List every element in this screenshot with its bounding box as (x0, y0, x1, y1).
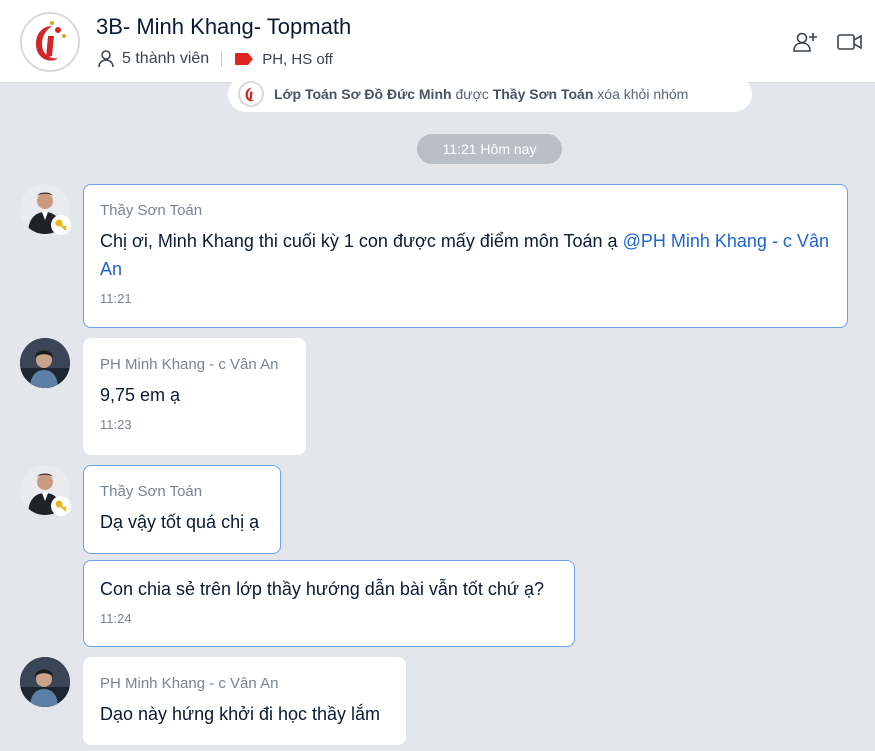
sender-avatar[interactable] (20, 338, 70, 388)
meta-divider (221, 51, 223, 67)
admin-key-badge (51, 215, 71, 235)
message-bubble[interactable]: PH Minh Khang - c Vân An Dạo này hứng kh… (83, 657, 406, 745)
message-text: Dạo này hứng khởi đi học thầy lắm (100, 704, 381, 724)
time-divider: 11:21 Hôm nay (417, 134, 562, 164)
member-icon[interactable] (96, 49, 116, 69)
key-icon (55, 219, 67, 231)
tag-label[interactable]: PH, HS off (262, 51, 333, 68)
message-bubble[interactable]: Con chia sẻ trên lớp thầy hướng dẫn bài … (83, 560, 575, 647)
key-icon (55, 500, 67, 512)
group-title[interactable]: 3B- Minh Khang- Topmath (96, 14, 351, 40)
message-bubble[interactable]: Thầy Sơn Toán Dạ vậy tốt quá chị ạ (83, 465, 281, 554)
group-logo-icon (24, 16, 76, 68)
sender-name: Thầy Sơn Toán (100, 202, 203, 219)
message-time: 11:21 (100, 291, 132, 306)
group-meta: 5 thành viên PH, HS off (96, 48, 333, 70)
sender-avatar[interactable] (20, 657, 70, 707)
sender-name: PH Minh Khang - c Vân An (100, 675, 279, 692)
notice-action: xóa khỏi nhóm (597, 86, 689, 102)
message-text: Con chia sẻ trên lớp thầy hướng dẫn bài … (100, 579, 544, 599)
notice-verb: được (455, 86, 489, 102)
message-text: Dạ vậy tốt quá chị ạ (100, 512, 260, 532)
message-body: Chị ơi, Minh Khang thi cuối kỳ 1 con đượ… (100, 231, 618, 251)
group-logo-icon (245, 87, 255, 102)
notice-actor: Thầy Sơn Toán (492, 86, 594, 102)
message-time: 11:24 (100, 611, 132, 626)
person-icon (20, 338, 70, 388)
admin-key-badge (51, 496, 71, 516)
notice-avatar (238, 81, 264, 107)
sender-name: Thầy Sơn Toán (100, 483, 203, 500)
group-avatar[interactable] (20, 12, 80, 72)
tag-icon[interactable] (234, 52, 254, 66)
person-icon (20, 657, 70, 707)
message-bubble[interactable]: PH Minh Khang - c Vân An 9,75 em ạ 11:23 (83, 338, 306, 455)
member-count[interactable]: 5 thành viên (122, 50, 209, 68)
video-call-icon[interactable] (836, 28, 864, 56)
sender-name: PH Minh Khang - c Vân An (100, 356, 279, 373)
add-member-icon[interactable] (791, 28, 819, 56)
message-text: 9,75 em ạ (100, 385, 181, 405)
message-text: Chị ơi, Minh Khang thi cuối kỳ 1 con đượ… (100, 227, 831, 283)
chat-header: 3B- Minh Khang- Topmath 5 thành viên PH,… (0, 0, 875, 83)
message-time: 11:23 (100, 417, 132, 432)
message-bubble[interactable]: Thầy Sơn Toán Chị ơi, Minh Khang thi cuố… (83, 184, 848, 328)
notice-subject: Lớp Toán Sơ Đồ Đức Minh (274, 86, 452, 102)
system-notice: Lớp Toán Sơ Đồ Đức Minh được Thầy Sơn To… (228, 76, 752, 112)
